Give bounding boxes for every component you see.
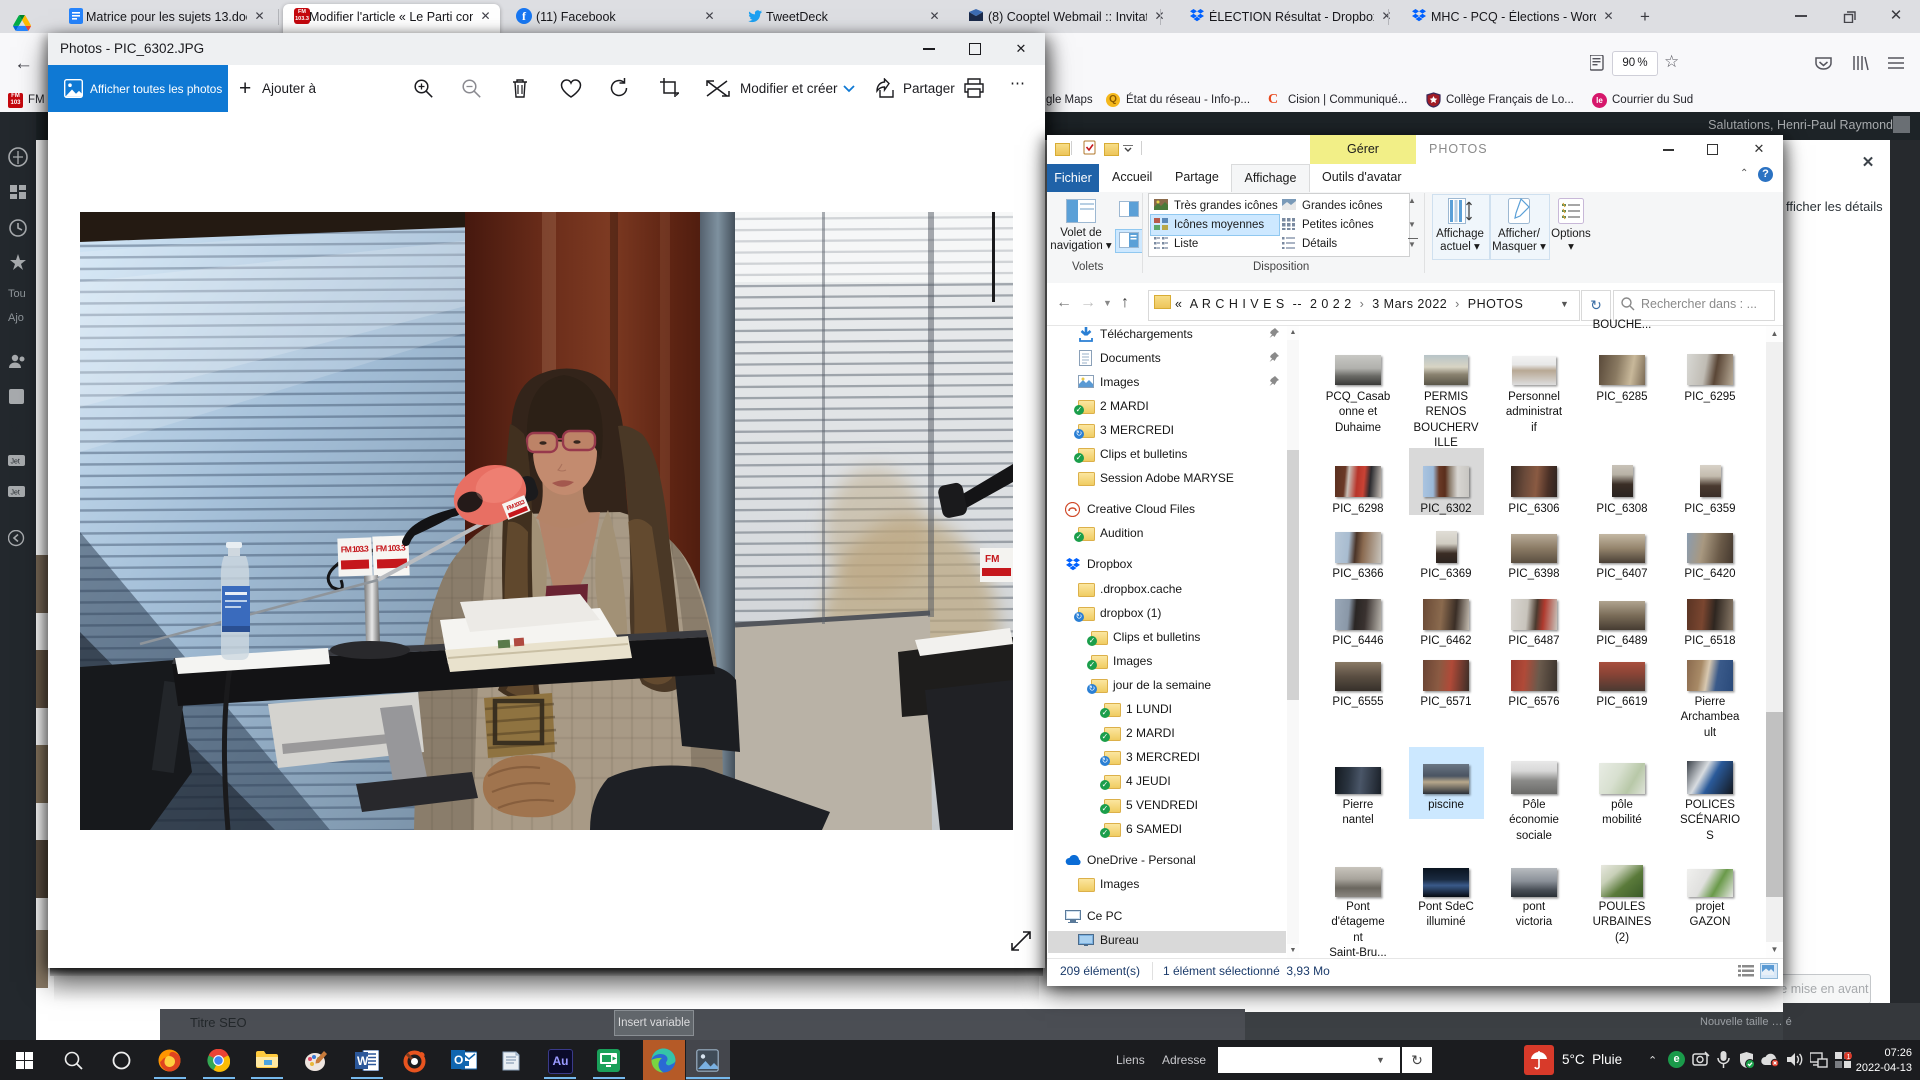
svg-text:FM 103.3: FM 103.3 xyxy=(341,544,370,555)
svg-text:Jet: Jet xyxy=(11,459,20,466)
svg-text:O: O xyxy=(454,1053,463,1067)
svg-text:FM 103.3: FM 103.3 xyxy=(376,542,407,553)
svg-text:V: V xyxy=(11,421,20,436)
svg-text:Jet: Jet xyxy=(11,490,20,497)
svg-text:W: W xyxy=(357,1054,369,1068)
svg-text:FM: FM xyxy=(985,554,999,565)
